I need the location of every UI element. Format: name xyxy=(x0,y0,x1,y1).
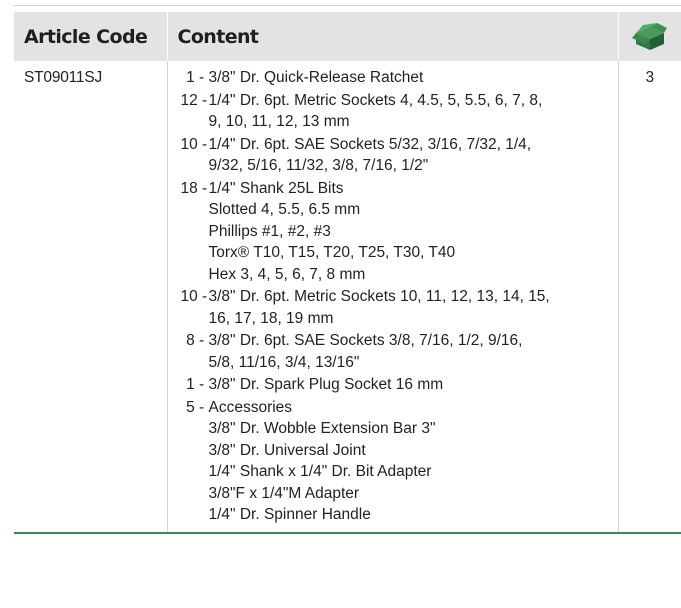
article-code-cell: ST09011SJ xyxy=(14,61,168,534)
item-subline: 3/8" Dr. Universal Joint xyxy=(208,441,366,459)
quantity-cell: 3 xyxy=(618,61,681,534)
content-item: 5 - Accessories 3/8" Dr. Wobble Extension… xyxy=(181,397,614,526)
box-icon xyxy=(631,22,668,52)
content-item: 1 - 3/8" Dr. Spark Plug Socket 16 mm xyxy=(181,374,614,396)
item-subline: 1/4" Dr. Spinner Handle xyxy=(208,506,371,523)
content-item: 8 - 3/8" Dr. 6pt. SAE Sockets 3/8, 7/16,… xyxy=(181,330,614,373)
item-description: Accessories xyxy=(208,398,293,416)
item-count: 8 - xyxy=(186,332,209,349)
top-rule xyxy=(14,5,681,6)
item-count: 1 - xyxy=(186,376,209,393)
content-cell: 1 - 3/8" Dr. Quick-Release Ratchet 12 - 1… xyxy=(167,61,619,534)
item-description: 1/4" Shank 25L Bits xyxy=(208,179,344,197)
item-description: 1/4" Dr. 6pt. SAE Sockets 5/32, 3/16, 7/… xyxy=(208,135,532,175)
item-subline: Phillips #1, #2, #3 xyxy=(208,222,331,240)
item-description: 3/8" Dr. 6pt. Metric Sockets 10, 11, 12,… xyxy=(208,288,550,327)
item-subline: Slotted 4, 5.5, 6.5 mm xyxy=(208,201,361,218)
content-item: 18 - 1/4" Shank 25L Bits Slotted 4, 5.5, … xyxy=(181,178,614,286)
item-subline: 3/8" Dr. Wobble Extension Bar 3" xyxy=(208,420,436,437)
content-list: 1 - 3/8" Dr. Quick-Release Ratchet 12 - 1… xyxy=(181,67,614,526)
table-header-row: Article Code Content xyxy=(14,12,681,61)
item-subline: Torx® T10, T15, T20, T25, T30, T40 xyxy=(208,244,456,261)
content-item: 1 - 3/8" Dr. Quick-Release Ratchet xyxy=(181,67,614,89)
item-count: 5 - xyxy=(186,398,209,416)
item-count: 10 - xyxy=(180,288,212,305)
item-subline: 1/4" Shank x 1/4" Dr. Bit Adapter xyxy=(208,463,432,480)
item-description: 3/8" Dr. Spark Plug Socket 16 mm xyxy=(208,376,444,393)
item-description: 3/8" Dr. Quick-Release Ratchet xyxy=(208,69,424,86)
item-count: 18 - xyxy=(180,179,212,197)
table-row: ST09011SJ 1 - 3/8" Dr. Quick-Release Rat… xyxy=(14,61,681,534)
content-header: Content xyxy=(167,12,619,61)
item-count: 12 - xyxy=(180,91,212,109)
item-subline: Hex 3, 4, 5, 6, 7, 8 mm xyxy=(208,265,366,283)
item-subline: 3/8"F x 1/4"M Adapter xyxy=(208,484,360,502)
article-code-header: Article Code xyxy=(14,12,168,61)
item-count: 10 - xyxy=(180,135,212,153)
item-count: 1 - xyxy=(186,69,209,86)
content-item: 12 - 1/4" Dr. 6pt. Metric Sockets 4, 4.5… xyxy=(181,90,614,133)
content-item: 10 - 3/8" Dr. 6pt. Metric Sockets 10, 11… xyxy=(181,286,614,329)
product-content-table: Article Code Content ST09011SJ 1 - 3/8" … xyxy=(14,12,681,534)
quantity-header xyxy=(618,12,681,61)
item-description: 3/8" Dr. 6pt. SAE Sockets 3/8, 7/16, 1/2… xyxy=(208,332,523,371)
item-description: 1/4" Dr. 6pt. Metric Sockets 4, 4.5, 5, … xyxy=(208,91,543,131)
content-item: 10 - 1/4" Dr. 6pt. SAE Sockets 5/32, 3/1… xyxy=(181,134,614,177)
